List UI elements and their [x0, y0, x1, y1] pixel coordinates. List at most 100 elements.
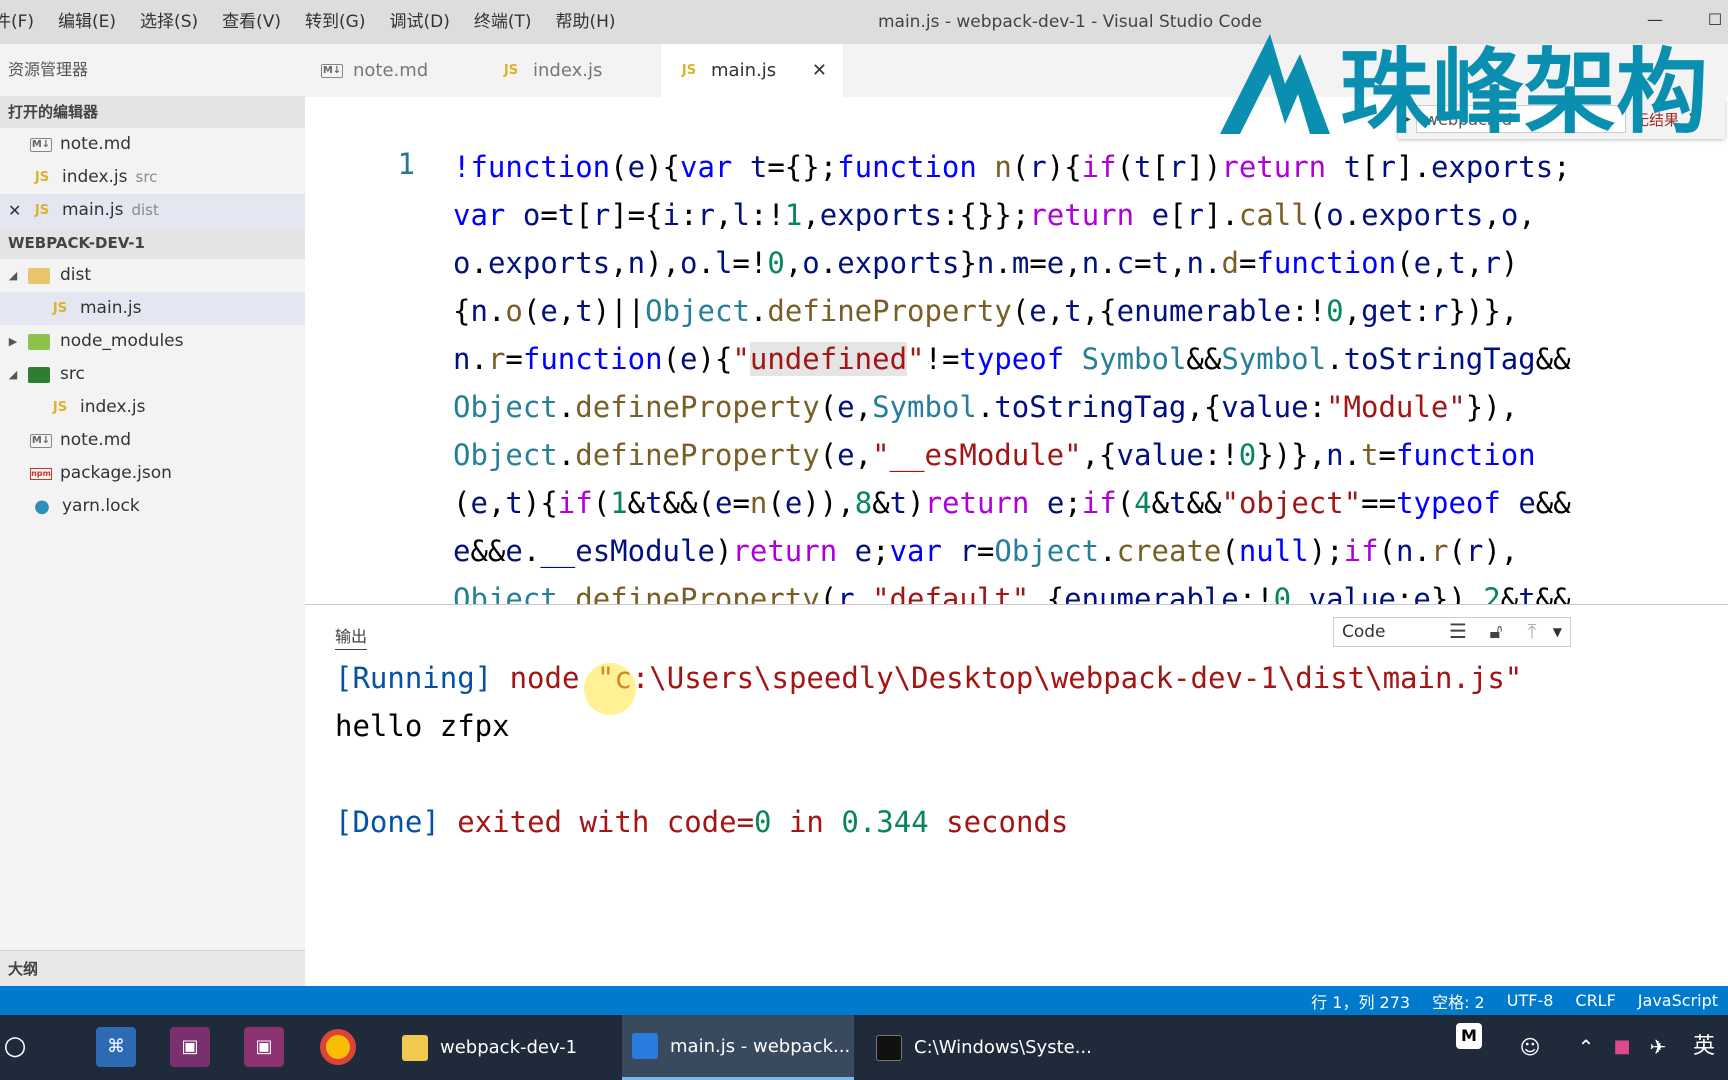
tab-note-md[interactable]: M↓ note.md	[305, 44, 483, 97]
outline-section[interactable]: 大纲	[0, 950, 305, 986]
network-app-icon[interactable]: ⌘	[96, 1027, 136, 1067]
vscode-window: { "menu": ["件(F)", "编辑(E)", "选择(S)", "查看…	[0, 0, 1728, 1080]
m-app-icon[interactable]: M	[1456, 1023, 1482, 1049]
tree-label: yarn.lock	[62, 496, 140, 516]
status-encoding[interactable]: UTF-8	[1507, 991, 1554, 1010]
maximize-button[interactable]: ☐	[1690, 0, 1728, 44]
people-icon[interactable]: ☺	[1510, 1027, 1550, 1067]
tree-label: package.json	[60, 463, 172, 483]
code-line: (e,t){if(1&t&&(e=n(e)),8&t)return e;if(4…	[453, 486, 1571, 520]
taskbar-app-label: main.js - webpack...	[670, 1035, 851, 1057]
tree-label: main.js	[80, 298, 142, 318]
duration-value: 0.344	[841, 805, 929, 839]
menu-edit[interactable]: 编辑(E)	[46, 0, 128, 44]
menu-view[interactable]: 查看(V)	[210, 0, 293, 44]
tree-file-dist-main-js[interactable]: JS main.js	[0, 292, 305, 325]
open-editor-desc: src	[135, 168, 158, 186]
folder-node-icon	[28, 333, 50, 350]
close-icon[interactable]: ✕	[8, 194, 21, 227]
chevron-down-icon: ▼	[1552, 625, 1562, 639]
chevron-up-icon[interactable]: ⌃	[1566, 1027, 1606, 1067]
tree-file-package-json[interactable]: npm package.json	[0, 457, 305, 490]
open-editor-label: index.js	[62, 167, 128, 187]
tab-main-js[interactable]: JS main.js ✕	[661, 44, 843, 97]
exit-text: in	[771, 805, 842, 839]
code-editor[interactable]: ▶ webpack-d 无结果 ✕ 1 !function(e){var t={…	[305, 97, 1728, 604]
tab-label: main.js	[711, 60, 777, 81]
menu-terminal[interactable]: 终端(T)	[462, 0, 544, 44]
find-input[interactable]: webpack-d	[1416, 105, 1626, 133]
tree-file-yarn-lock[interactable]: ● yarn.lock	[0, 490, 305, 523]
code-line: !function(e){var t={};function n(r){if(t…	[453, 150, 1571, 184]
menu-file[interactable]: 件(F)	[0, 0, 46, 44]
title-bar: 件(F) 编辑(E) 选择(S) 查看(V) 转到(G) 调试(D) 终端(T)…	[0, 0, 1728, 44]
code-line: Object.defineProperty(e,Symbol.toStringT…	[453, 390, 1519, 424]
tree-file-note-md[interactable]: M↓ note.md	[0, 424, 305, 457]
workspace-section[interactable]: WEBPACK-DEV-1	[0, 227, 305, 259]
chrome-icon[interactable]	[320, 1029, 356, 1065]
open-editor-note-md[interactable]: M↓ note.md	[0, 128, 305, 161]
chevron-down-icon: ◢	[8, 269, 18, 282]
folder-icon	[28, 267, 50, 284]
open-editor-desc: dist	[131, 201, 159, 219]
menu-go[interactable]: 转到(G)	[293, 0, 377, 44]
code-line: {n.o(e,t)||Object.defineProperty(e,t,{en…	[453, 294, 1519, 328]
tab-label: index.js	[533, 60, 603, 81]
status-bar: 行 1，列 273 空格: 2 UTF-8 CRLF JavaScript	[0, 986, 1728, 1015]
ime-indicator[interactable]: 英	[1684, 1027, 1724, 1067]
tree-folder-node-modules[interactable]: ▶ node_modules	[0, 325, 305, 358]
window-title: main.js - webpack-dev-1 - Visual Studio …	[877, 12, 1263, 32]
exit-text: exited with code=	[439, 805, 755, 839]
minimize-button[interactable]: —	[1630, 0, 1680, 44]
taskbar-app-explorer[interactable]: webpack-dev-1	[392, 1015, 614, 1080]
markdown-file-icon: M↓	[30, 433, 52, 448]
code-line: n.r=function(e){"undefined"!=typeof Symb…	[453, 342, 1571, 376]
open-editor-index-js[interactable]: JS index.js src	[0, 161, 305, 194]
panel-tab-output[interactable]: 输出	[335, 623, 368, 650]
yarn-cat-icon: ●	[34, 496, 50, 517]
menu-selection[interactable]: 选择(S)	[128, 0, 210, 44]
js-file-icon: JS	[503, 63, 519, 78]
menu-help[interactable]: 帮助(H)	[544, 0, 628, 44]
tree-folder-dist[interactable]: ◢ dist	[0, 259, 305, 292]
close-icon[interactable]: ✕	[812, 60, 827, 81]
clear-output-icon[interactable]: ☰	[1445, 619, 1471, 643]
tree-label: src	[60, 364, 85, 384]
status-language[interactable]: JavaScript	[1638, 991, 1718, 1010]
run-command: node "c:\Users\speedly\Desktop\webpack-d…	[492, 661, 1523, 695]
search-circle-icon[interactable]: ○	[0, 1027, 30, 1067]
video-app-icon[interactable]: ▣	[170, 1027, 210, 1067]
mouse-cursor-highlight	[584, 663, 636, 715]
maximize-panel-icon[interactable]: ⤒	[1519, 619, 1545, 643]
code-line: var o=t[r]={i:r,l:!1,exports:{}};return …	[453, 198, 1536, 232]
output-panel: 输出 Code ▼ ☰ 🔓︎ ⤒ [Running] node "c:\User…	[305, 604, 1728, 986]
windows-taskbar: ○ ⌘ ▣ ▣ webpack-dev-1 main.js - webpack.…	[0, 1015, 1728, 1080]
airplane-icon[interactable]: ✈	[1638, 1027, 1678, 1067]
close-icon[interactable]: ✕	[1687, 109, 1702, 130]
status-eol[interactable]: CRLF	[1575, 991, 1615, 1010]
menu-debug[interactable]: 调试(D)	[377, 0, 461, 44]
taskbar-app-label: C:\Windows\Syste...	[914, 1037, 1092, 1058]
video-app-icon-2[interactable]: ▣	[244, 1027, 284, 1067]
terminal-icon	[876, 1034, 902, 1061]
tree-file-src-index-js[interactable]: JS index.js	[0, 391, 305, 424]
lock-scroll-icon[interactable]: 🔓︎	[1483, 619, 1509, 643]
taskbar-app-cmd[interactable]: C:\Windows\Syste...	[866, 1015, 1098, 1080]
status-cursor-position[interactable]: 行 1，列 273	[1311, 989, 1410, 1013]
tree-label: note.md	[60, 430, 132, 450]
tree-folder-src[interactable]: ◢ src	[0, 358, 305, 391]
js-file-icon: JS	[52, 400, 68, 415]
chevron-down-icon: ◢	[8, 368, 18, 381]
open-editor-main-js[interactable]: ✕ JS main.js dist	[0, 194, 305, 227]
open-editors-section[interactable]: 打开的编辑器	[0, 96, 305, 128]
js-file-icon: JS	[52, 301, 68, 316]
taskbar-app-vscode[interactable]: main.js - webpack...	[622, 1015, 854, 1080]
output-line-done: [Done] exited with code=0 in 0.344 secon…	[335, 805, 1068, 839]
js-file-icon: JS	[681, 63, 697, 78]
status-indentation[interactable]: 空格: 2	[1432, 989, 1485, 1013]
js-file-icon: JS	[34, 170, 50, 185]
chevron-right-icon[interactable]: ▶	[1398, 114, 1416, 125]
channel-value: Code	[1342, 622, 1386, 642]
tab-index-js[interactable]: JS index.js	[483, 44, 661, 97]
tray-app-icon[interactable]: ■	[1602, 1027, 1642, 1067]
